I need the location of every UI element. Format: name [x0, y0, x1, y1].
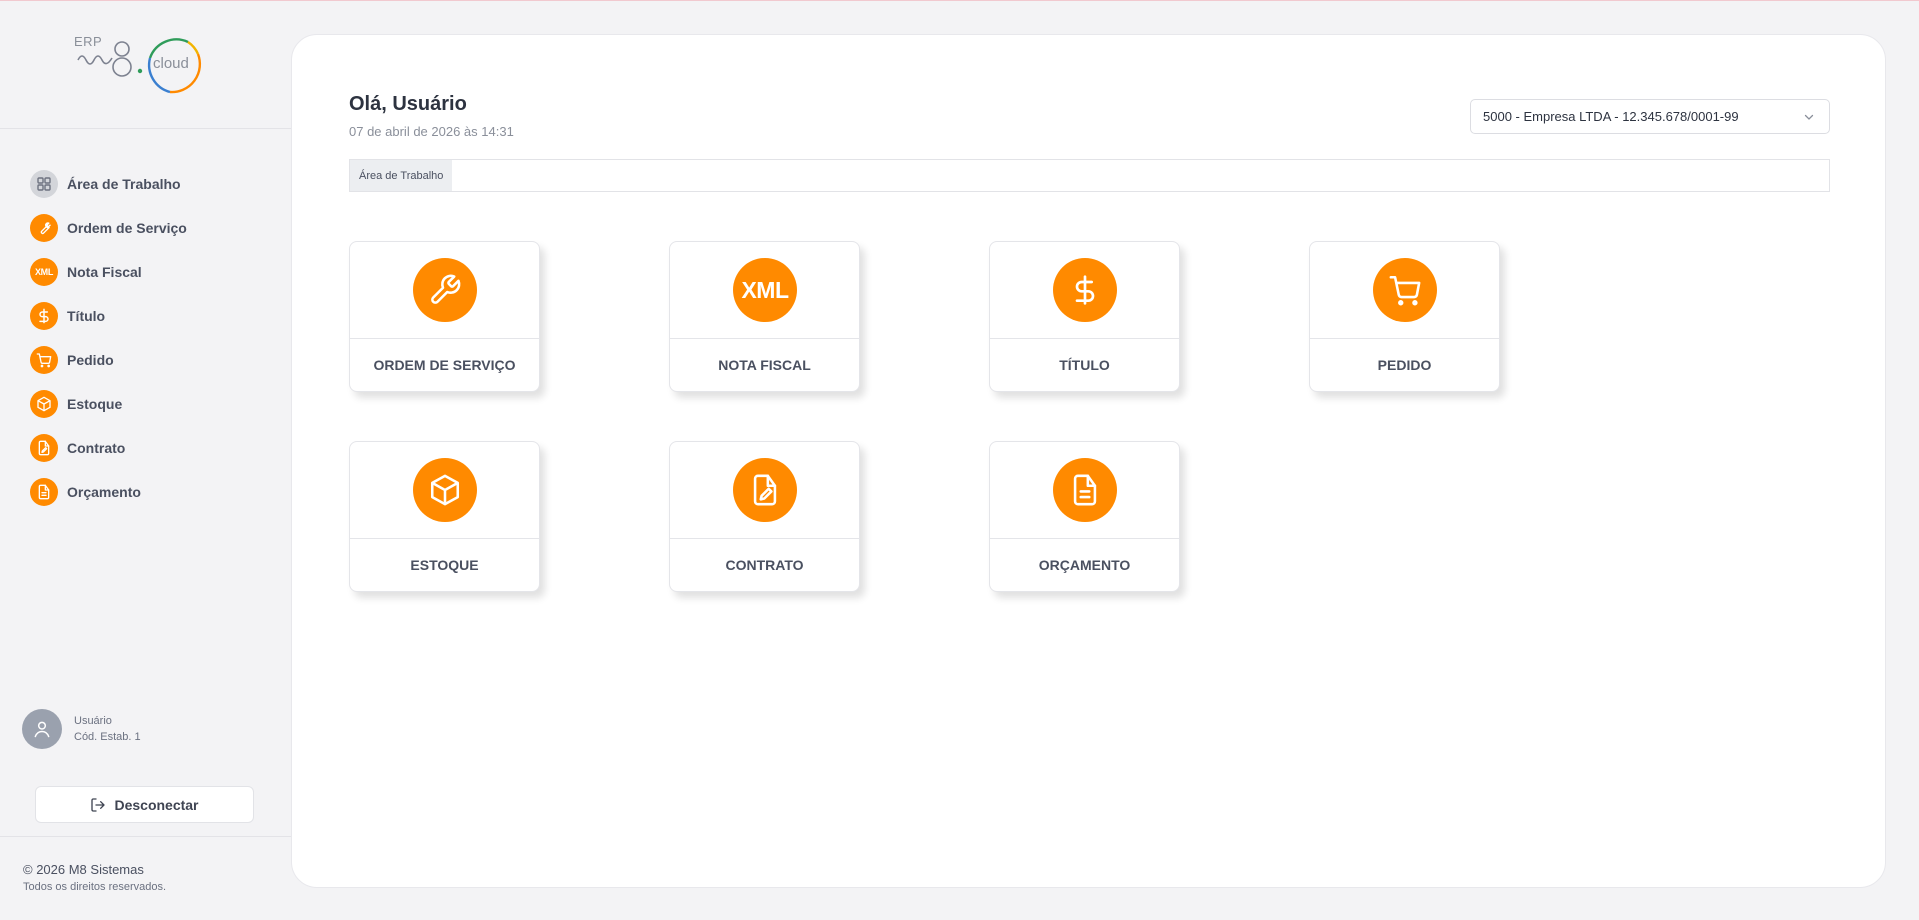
avatar: [22, 709, 62, 749]
cart-icon: [1373, 258, 1437, 322]
user-info[interactable]: Usuário Cód. Estab. 1: [22, 709, 141, 749]
wrench-icon: [30, 214, 58, 242]
card-label: CONTRATO: [725, 557, 804, 573]
wrench-icon: [413, 258, 477, 322]
sidebar-divider: [0, 128, 291, 129]
current-datetime: 07 de abril de 2026 às 14:31: [349, 124, 514, 139]
company-select-value: 5000 - Empresa LTDA - 12.345.678/0001-99: [1483, 109, 1739, 124]
m8-cloud-logo[interactable]: ERP cloud: [70, 30, 220, 100]
card-pedido[interactable]: PEDIDO: [1309, 241, 1500, 392]
sidebar-item-label: Título: [67, 308, 106, 324]
rights-text: Todos os direitos reservados.: [23, 881, 167, 893]
logout-icon: [91, 797, 106, 812]
card-label: PEDIDO: [1377, 357, 1432, 373]
sidebar-item-estoque[interactable]: Estoque: [30, 382, 187, 426]
contract-icon: [733, 458, 797, 522]
sidebar-item-label: Área de Trabalho: [67, 176, 181, 192]
sidebar-footer-divider: [0, 836, 291, 837]
sidebar-item-pedido[interactable]: Pedido: [30, 338, 187, 382]
xml-icon: XML: [733, 258, 797, 322]
chevron-down-icon: [1804, 114, 1814, 120]
sidebar-item-area-de-trabalho[interactable]: Área de Trabalho: [30, 162, 187, 206]
sidebar-item-label: Estoque: [67, 396, 123, 412]
page-title: Olá, Usuário: [349, 93, 467, 115]
grid-icon: [30, 170, 58, 198]
card-estoque[interactable]: ESTOQUE: [349, 441, 540, 592]
breadcrumb: Área de Trabalho: [349, 159, 1830, 192]
sidebar-item-nota-fiscal[interactable]: XML Nota Fiscal: [30, 250, 187, 294]
card-label: ORDEM DE SERVIÇO: [373, 357, 516, 373]
card-contrato[interactable]: CONTRATO: [669, 441, 860, 592]
cart-icon: [30, 346, 58, 374]
contract-icon: [30, 434, 58, 462]
box-icon: [30, 390, 58, 418]
user-name: Usuário: [74, 715, 112, 727]
sidebar-item-label: Nota Fiscal: [67, 264, 142, 280]
company-select[interactable]: 5000 - Empresa LTDA - 12.345.678/0001-99: [1470, 99, 1830, 134]
document-icon: [30, 478, 58, 506]
sidebar-item-label: Orçamento: [67, 484, 141, 500]
logout-button[interactable]: Desconectar: [35, 786, 254, 823]
sidebar-item-label: Ordem de Serviço: [67, 220, 187, 236]
sidebar-item-label: Contrato: [67, 440, 126, 456]
user-establishment: Cód. Estab. 1: [74, 731, 141, 743]
card-ordem-de-servico[interactable]: ORDEM DE SERVIÇO: [349, 241, 540, 392]
sidebar: ERP cloud Área de Trabalho Ordem de Serv…: [0, 0, 291, 920]
copyright-text: © 2026 M8 Sistemas: [23, 862, 144, 877]
card-nota-fiscal[interactable]: XML NOTA FISCAL: [669, 241, 860, 392]
erp-label: ERP: [74, 34, 103, 49]
breadcrumb-item[interactable]: Área de Trabalho: [350, 160, 453, 191]
main-panel: Olá, Usuário 07 de abril de 2026 às 14:3…: [291, 34, 1886, 888]
user-icon: [34, 721, 50, 738]
xml-icon: XML: [30, 258, 58, 286]
card-orcamento[interactable]: ORÇAMENTO: [989, 441, 1180, 592]
sidebar-nav: Área de Trabalho Ordem de Serviço XML No…: [30, 162, 187, 514]
sidebar-item-ordem-de-servico[interactable]: Ordem de Serviço: [30, 206, 187, 250]
sidebar-item-titulo[interactable]: Título: [30, 294, 187, 338]
sidebar-item-contrato[interactable]: Contrato: [30, 426, 187, 470]
sidebar-item-orcamento[interactable]: Orçamento: [30, 470, 187, 514]
cloud-label: cloud: [153, 55, 189, 72]
card-label: ORÇAMENTO: [1038, 557, 1131, 573]
footer: © 2026 M8 Sistemas Todos os direitos res…: [23, 862, 166, 893]
card-titulo[interactable]: TÍTULO: [989, 241, 1180, 392]
document-icon: [1053, 458, 1117, 522]
card-label: TÍTULO: [1059, 357, 1110, 373]
card-label: NOTA FISCAL: [718, 357, 811, 373]
dollar-icon: [1053, 258, 1117, 322]
dollar-icon: [30, 302, 58, 330]
sidebar-item-label: Pedido: [67, 352, 114, 368]
box-icon: [413, 458, 477, 522]
card-label: ESTOQUE: [410, 557, 479, 573]
logout-label: Desconectar: [114, 796, 199, 813]
